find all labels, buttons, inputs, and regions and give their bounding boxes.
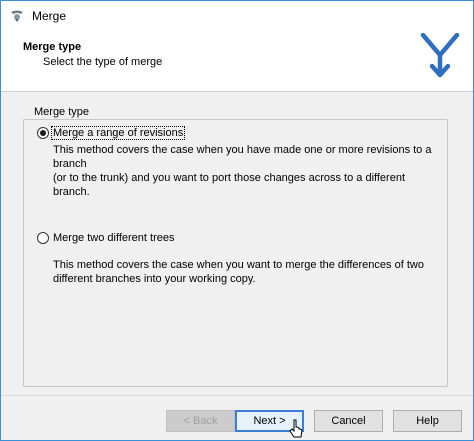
radio-merge-range[interactable] — [37, 127, 49, 139]
cancel-button[interactable]: Cancel — [314, 410, 383, 432]
merge-dialog: Merge Merge type Select the type of merg… — [0, 0, 474, 441]
page-subtitle: Select the type of merge — [43, 56, 163, 68]
page-title: Merge type — [23, 41, 82, 53]
mouse-pointer-icon — [289, 419, 303, 438]
radio-merge-trees[interactable] — [37, 232, 49, 244]
description-line: different branches into your working cop… — [53, 273, 256, 285]
option-merge-trees-description: This method covers the case when you wan… — [53, 258, 443, 286]
option-merge-range[interactable]: Merge a range of revisions — [37, 126, 186, 140]
merge-app-icon — [11, 10, 23, 22]
description-line: (or to the trunk) and you want to port t… — [53, 172, 405, 198]
option-merge-range-description: This method covers the case when you hav… — [53, 143, 443, 199]
help-button[interactable]: Help — [393, 410, 462, 432]
merge-logo-icon — [420, 33, 460, 78]
description-line: This method covers the case when you hav… — [53, 144, 432, 170]
wizard-header: Merge type Select the type of merge — [1, 31, 473, 92]
group-legend: Merge type — [31, 106, 93, 118]
option-merge-trees[interactable]: Merge two different trees — [37, 232, 175, 244]
wizard-content: Merge type Merge a range of revisions Th… — [1, 93, 473, 395]
title-bar[interactable]: Merge — [1, 1, 473, 31]
option-merge-trees-label[interactable]: Merge two different trees — [52, 232, 175, 244]
button-bar: < Back Next > Cancel Help — [1, 395, 473, 440]
window-title: Merge — [32, 9, 67, 23]
option-merge-range-label[interactable]: Merge a range of revisions — [50, 126, 186, 140]
back-button[interactable]: < Back — [166, 410, 235, 432]
description-line: This method covers the case when you wan… — [53, 259, 424, 271]
